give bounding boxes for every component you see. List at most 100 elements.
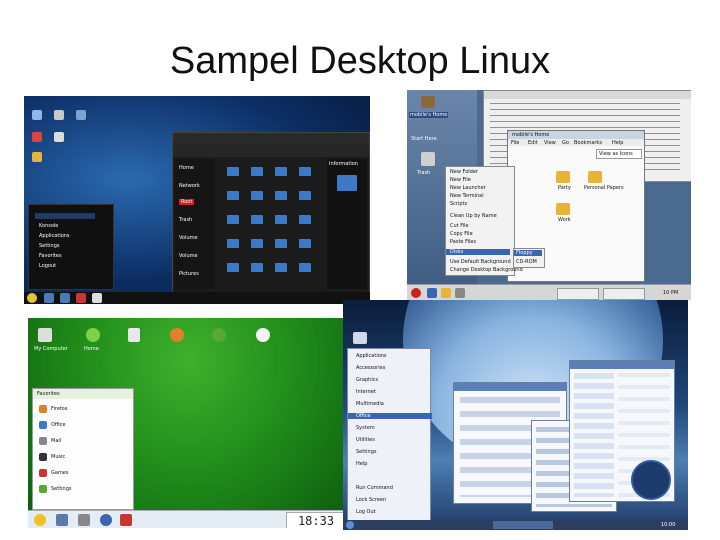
trash-icon[interactable]: [421, 152, 435, 166]
taskbar-app-icon[interactable]: [78, 514, 90, 526]
menu-item[interactable]: Music: [51, 454, 65, 460]
taskbar-app-icon[interactable]: [56, 514, 68, 526]
menu-item[interactable]: Mail: [51, 438, 61, 444]
settings-icon[interactable]: [54, 132, 64, 142]
context-menu-item[interactable]: Cut File: [450, 223, 469, 229]
folder-icon[interactable]: [227, 215, 239, 224]
submenu-item[interactable]: CD-ROM: [516, 259, 537, 265]
menu-item[interactable]: Multimedia: [356, 401, 384, 407]
computer-icon[interactable]: [38, 328, 52, 342]
menu-item[interactable]: Firefox: [51, 406, 68, 412]
menu-item[interactable]: Internet: [356, 389, 376, 395]
launcher-icon[interactable]: [427, 288, 437, 298]
menu-item[interactable]: Graphics: [356, 377, 378, 383]
menu-item[interactable]: Konsole: [39, 223, 58, 229]
menu-item[interactable]: Office: [51, 422, 66, 428]
folder-icon[interactable]: [227, 263, 239, 272]
menu-bookmarks[interactable]: Bookmarks: [574, 140, 602, 146]
context-menu-item[interactable]: Copy File: [450, 231, 473, 237]
folder-icon[interactable]: [251, 215, 263, 224]
submenu-item-selected[interactable]: Floppy: [514, 250, 542, 256]
menu-item[interactable]: Favorites: [39, 253, 62, 259]
trash-icon[interactable]: [54, 110, 64, 120]
window-titlebar[interactable]: [173, 133, 369, 143]
taskbar-app-icon[interactable]: [44, 293, 54, 303]
folder-icon[interactable]: [299, 167, 311, 176]
taskbar-app-icon[interactable]: [92, 293, 102, 303]
menu-view[interactable]: View: [544, 140, 556, 146]
taskbar-app-icon[interactable]: [76, 293, 86, 303]
menu-item[interactable]: Applications: [39, 233, 70, 239]
start-menu-icon[interactable]: [27, 293, 37, 303]
menu-item-selected[interactable]: Office: [348, 413, 432, 419]
place-item[interactable]: Home: [179, 165, 194, 171]
folder-icon[interactable]: [275, 263, 287, 272]
utilities-icon[interactable]: [212, 328, 226, 342]
context-menu-item[interactable]: Use Default Background: [450, 259, 511, 265]
context-menu-item[interactable]: Paste Files: [450, 239, 476, 245]
place-item[interactable]: Pictures: [179, 271, 199, 277]
close-session-icon[interactable]: [120, 514, 132, 526]
menu-item[interactable]: Settings: [39, 243, 60, 249]
place-item[interactable]: Trash: [179, 217, 192, 223]
home-icon[interactable]: [32, 110, 42, 120]
taskbar-app-icon[interactable]: [60, 293, 70, 303]
menu-item[interactable]: Lock Screen: [356, 497, 386, 503]
menu-item[interactable]: System: [356, 425, 375, 431]
trash-icon[interactable]: [128, 328, 140, 342]
context-menu-item[interactable]: New Launcher: [450, 185, 486, 191]
menu-item[interactable]: [35, 213, 95, 219]
folder-icon[interactable]: [227, 191, 239, 200]
window-titlebar[interactable]: [454, 383, 566, 391]
folder-icon[interactable]: [299, 263, 311, 272]
computer-icon[interactable]: [353, 332, 367, 344]
context-menu-item[interactable]: New File: [450, 177, 471, 183]
context-menu-item[interactable]: Change Desktop Background: [450, 267, 523, 273]
folder-icon[interactable]: [299, 239, 311, 248]
launcher-icon[interactable]: [455, 288, 465, 298]
window-titlebar[interactable]: [484, 91, 691, 99]
folder-icon[interactable]: [251, 191, 263, 200]
k-menu-icon[interactable]: [346, 521, 354, 529]
folder-icon[interactable]: [251, 239, 263, 248]
place-item[interactable]: Volume: [179, 235, 198, 241]
taskbar-app-icon[interactable]: [100, 514, 112, 526]
folder-icon[interactable]: [275, 215, 287, 224]
folder-icon[interactable]: [275, 239, 287, 248]
window-titlebar[interactable]: [570, 361, 674, 369]
folder-icon[interactable]: [588, 171, 602, 183]
task-button[interactable]: [603, 288, 645, 300]
folder-icon[interactable]: [299, 191, 311, 200]
menu-go[interactable]: Go: [562, 140, 569, 146]
context-menu-item[interactable]: Clean Up by Name: [450, 213, 497, 219]
menu-item[interactable]: Accessories: [356, 365, 385, 371]
view-mode-select[interactable]: View as Icons: [596, 149, 642, 159]
folder-icon[interactable]: [251, 167, 263, 176]
folder-icon[interactable]: [556, 203, 570, 215]
menu-item[interactable]: Applications: [356, 353, 387, 359]
computer-icon[interactable]: [76, 110, 86, 120]
menu-file[interactable]: File: [511, 140, 519, 146]
launcher-icon[interactable]: [441, 288, 451, 298]
task-button[interactable]: [557, 288, 599, 300]
logs-icon[interactable]: [32, 152, 42, 162]
folder-icon[interactable]: [275, 167, 287, 176]
folder-icon[interactable]: [227, 239, 239, 248]
place-item[interactable]: Network: [179, 183, 200, 189]
context-menu-item[interactable]: New Folder: [450, 169, 478, 175]
firefox-icon[interactable]: [170, 328, 184, 342]
folder-icon[interactable]: [227, 167, 239, 176]
place-item-selected[interactable]: Root: [179, 199, 195, 205]
start-button-icon[interactable]: [34, 514, 46, 526]
folder-icon[interactable]: [275, 191, 287, 200]
menu-item[interactable]: Settings: [51, 486, 72, 492]
menu-edit[interactable]: Edit: [528, 140, 538, 146]
context-menu-item[interactable]: New Terminal: [450, 193, 484, 199]
help-icon[interactable]: [256, 328, 270, 342]
folder-icon[interactable]: [556, 171, 570, 183]
context-menu-item[interactable]: Scripts: [450, 201, 467, 207]
home-icon[interactable]: [86, 328, 100, 342]
place-item[interactable]: Volume: [179, 253, 198, 259]
menu-help[interactable]: Help: [612, 140, 623, 146]
redhat-icon[interactable]: [411, 288, 421, 298]
